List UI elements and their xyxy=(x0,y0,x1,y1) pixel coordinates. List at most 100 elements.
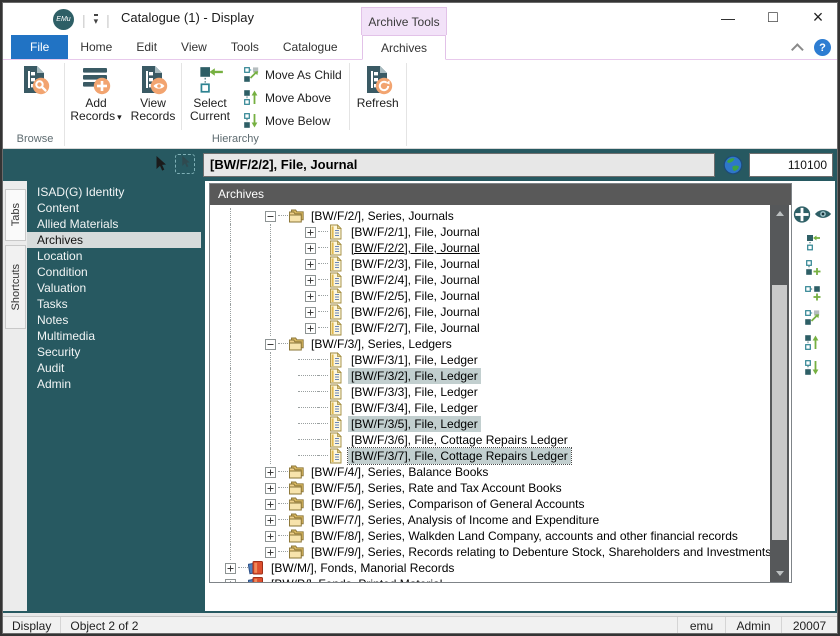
expand-toggle-icon[interactable] xyxy=(302,288,318,304)
tree-row[interactable]: [BW/F/2/2], File, Journal xyxy=(210,240,791,256)
minimize-button[interactable]: — xyxy=(719,10,737,26)
tree-row[interactable]: [BW/F/3/1], File, Ledger xyxy=(210,352,791,368)
tree-row[interactable]: [BW/F/9/], Series, Records relating to D… xyxy=(210,544,791,560)
tree-node-label[interactable]: [BW/F/2/4], File, Journal xyxy=(348,272,483,288)
refresh-button[interactable]: Refresh xyxy=(351,61,405,110)
expand-toggle-icon[interactable] xyxy=(262,480,278,496)
add-sibling-button[interactable] xyxy=(803,283,821,301)
tree-row[interactable]: [BW/F/5/], Series, Rate and Tax Account … xyxy=(210,480,791,496)
tree-node-label[interactable]: [BW/F/3/5], File, Ledger xyxy=(348,416,481,432)
tree-node-label[interactable]: [BW/F/3/3], File, Ledger xyxy=(348,384,481,400)
tree-node-label[interactable]: [BW/F/2/1], File, Journal xyxy=(348,224,483,240)
sidebar-item-notes[interactable]: Notes xyxy=(27,312,201,328)
tree-node-label[interactable]: [BW/M/], Fonds, Manorial Records xyxy=(268,560,457,576)
sidebar-item-location[interactable]: Location xyxy=(27,248,201,264)
tree-row[interactable]: [BW/F/2/1], File, Journal xyxy=(210,224,791,240)
select-mode-icon[interactable] xyxy=(175,154,195,174)
expand-toggle-icon[interactable] xyxy=(262,544,278,560)
close-button[interactable]: × xyxy=(809,7,827,28)
tab-tools[interactable]: Tools xyxy=(219,35,271,59)
tree-node-label[interactable]: [BW/F/3/1], File, Ledger xyxy=(348,352,481,368)
tree-row[interactable]: [BW/F/3/5], File, Ledger xyxy=(210,416,791,432)
tree-node-label[interactable]: [BW/F/3/], Series, Ledgers xyxy=(308,336,455,352)
quick-access-dropdown-icon[interactable]: ▾ xyxy=(94,14,99,25)
collapse-toggle-icon[interactable] xyxy=(262,336,278,352)
tree-row[interactable]: [BW/F/3/], Series, Ledgers xyxy=(210,336,791,352)
add-record-button[interactable] xyxy=(793,205,811,223)
add-child-button[interactable] xyxy=(803,258,821,276)
move-above-button[interactable] xyxy=(803,333,821,351)
expand-toggle-icon[interactable] xyxy=(302,240,318,256)
tree-node-label[interactable]: [BW/F/7/], Series, Analysis of Income an… xyxy=(308,512,602,528)
sidebar-item-isad-g-identity[interactable]: ISAD(G) Identity xyxy=(27,184,201,200)
tree-row[interactable]: [BW/F/6/], Series, Comparison of General… xyxy=(210,496,791,512)
sidebar-item-condition[interactable]: Condition xyxy=(27,264,201,280)
tree-row[interactable]: [BW/F/2/7], File, Journal xyxy=(210,320,791,336)
sidebar-item-admin[interactable]: Admin xyxy=(27,376,201,392)
tree-node-label[interactable]: [BW/F/5/], Series, Rate and Tax Account … xyxy=(308,480,565,496)
maximize-button[interactable]: □ xyxy=(764,9,782,27)
tree-node-label[interactable]: [BW/F/2/2], File, Journal xyxy=(348,240,483,256)
scrollbar-thumb[interactable] xyxy=(772,285,787,540)
sidebar-item-archives[interactable]: Archives xyxy=(27,232,201,248)
tree-row[interactable]: [BW/F/7/], Series, Analysis of Income an… xyxy=(210,512,791,528)
tree-node-label[interactable]: [BW/F/3/6], File, Cottage Repairs Ledger xyxy=(348,432,571,448)
expand-toggle-icon[interactable] xyxy=(262,464,278,480)
move-below-button[interactable]: Move Below xyxy=(237,109,348,132)
expand-toggle-icon[interactable] xyxy=(262,512,278,528)
tree-row[interactable]: [BW/F/3/4], File, Ledger xyxy=(210,400,791,416)
move-above-button[interactable]: Move Above xyxy=(237,86,348,109)
expand-toggle-icon[interactable] xyxy=(302,272,318,288)
tree-node-label[interactable]: [BW/F/4/], Series, Balance Books xyxy=(308,464,491,480)
expand-toggle-icon[interactable] xyxy=(302,320,318,336)
tree-row[interactable]: [BW/F/3/7], File, Cottage Repairs Ledger xyxy=(210,448,791,464)
tree-row[interactable]: [BW/F/2/3], File, Journal xyxy=(210,256,791,272)
tree-row[interactable]: [BW/F/3/3], File, Ledger xyxy=(210,384,791,400)
tab-archives[interactable]: Archives xyxy=(362,35,446,60)
record-summary-field[interactable]: [BW/F/2/2], File, Journal xyxy=(203,153,715,177)
tree-row[interactable]: [BW/F/2/4], File, Journal xyxy=(210,272,791,288)
scroll-up-button[interactable] xyxy=(770,205,789,222)
tree-node-label[interactable]: [BW/F/2/3], File, Journal xyxy=(348,256,483,272)
add-records-button[interactable]: Add Records xyxy=(66,61,126,124)
tab-file[interactable]: File xyxy=(11,35,68,59)
tree-row[interactable]: [BW/F/3/2], File, Ledger xyxy=(210,368,791,384)
sidebar-item-content[interactable]: Content xyxy=(27,200,201,216)
sidebar-item-multimedia[interactable]: Multimedia xyxy=(27,328,201,344)
select-current-button[interactable]: Select Current xyxy=(183,61,237,123)
expand-toggle-icon[interactable] xyxy=(302,304,318,320)
tree-row[interactable]: [BW/P/], Fonds, Printed Material xyxy=(210,576,791,582)
tree-node-label[interactable]: [BW/F/3/2], File, Ledger xyxy=(348,368,481,384)
move-below-button[interactable] xyxy=(803,358,821,376)
tree-node-label[interactable]: [BW/F/2/5], File, Journal xyxy=(348,288,483,304)
scroll-down-button[interactable] xyxy=(770,565,789,582)
tree-node-label[interactable]: [BW/F/3/7], File, Cottage Repairs Ledger xyxy=(348,448,571,464)
sidebar-item-audit[interactable]: Audit xyxy=(27,360,201,376)
tree-node-label[interactable]: [BW/F/2/7], File, Journal xyxy=(348,320,483,336)
view-records-button[interactable]: View Records xyxy=(126,61,180,123)
vertical-tab-shortcuts[interactable]: Shortcuts xyxy=(5,245,26,329)
tree-row[interactable]: [BW/F/8/], Series, Walkden Land Company,… xyxy=(210,528,791,544)
globe-icon[interactable] xyxy=(723,155,743,175)
tree-node-label[interactable]: [BW/F/9/], Series, Records relating to D… xyxy=(308,544,774,560)
expand-toggle-icon[interactable] xyxy=(262,528,278,544)
tab-home[interactable]: Home xyxy=(68,35,124,59)
tree-node-label[interactable]: [BW/F/8/], Series, Walkden Land Company,… xyxy=(308,528,741,544)
help-button[interactable]: ? xyxy=(814,39,831,56)
tree-row[interactable]: [BW/F/4/], Series, Balance Books xyxy=(210,464,791,480)
tree-node-label[interactable]: [BW/F/2/], Series, Journals xyxy=(308,208,457,224)
tab-catalogue[interactable]: Catalogue xyxy=(271,35,350,59)
vertical-tab-tabs[interactable]: Tabs xyxy=(5,189,26,241)
move-as-child-button[interactable]: Move As Child xyxy=(237,63,348,86)
pointer-cursor-icon[interactable] xyxy=(153,155,167,173)
tab-edit[interactable]: Edit xyxy=(124,35,169,59)
tree-node-label[interactable]: [BW/F/2/6], File, Journal xyxy=(348,304,483,320)
sidebar-item-tasks[interactable]: Tasks xyxy=(27,296,201,312)
view-record-button[interactable] xyxy=(814,205,832,223)
tree-row[interactable]: [BW/M/], Fonds, Manorial Records xyxy=(210,560,791,576)
emu-app-icon[interactable]: EMu xyxy=(53,9,74,30)
vertical-scrollbar[interactable] xyxy=(770,205,789,582)
tree-row[interactable]: [BW/F/2/5], File, Journal xyxy=(210,288,791,304)
tree-row[interactable]: [BW/F/2/6], File, Journal xyxy=(210,304,791,320)
expand-toggle-icon[interactable] xyxy=(222,576,238,582)
